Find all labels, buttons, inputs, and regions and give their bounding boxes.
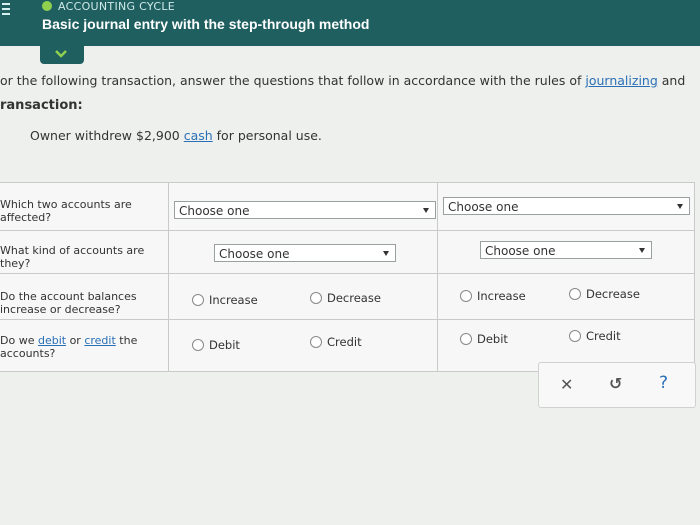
- chevron-down-icon: [55, 50, 67, 58]
- debit-link[interactable]: debit: [38, 334, 66, 347]
- radio-label: Debit: [209, 338, 240, 352]
- radio-circle-icon: [460, 333, 472, 345]
- menu-icon[interactable]: [2, 3, 10, 17]
- radio-circle-icon: [569, 330, 581, 342]
- select-value: Choose one: [448, 200, 519, 214]
- reset-icon[interactable]: ↺: [609, 374, 622, 393]
- question-increase-decrease: Do the account balances increase or decr…: [0, 290, 137, 316]
- status-dot-icon: [42, 1, 52, 11]
- chevron-down-icon: [639, 248, 645, 253]
- question-line: Do the account balances: [0, 290, 137, 303]
- account-1-decrease-radio[interactable]: Decrease: [310, 291, 381, 305]
- account-1-select[interactable]: Choose one: [174, 201, 436, 219]
- radio-label: Decrease: [327, 291, 381, 305]
- breadcrumb-label: ACCOUNTING CYCLE: [58, 0, 176, 13]
- chevron-down-icon: [677, 204, 683, 209]
- question-line: accounts?: [0, 347, 56, 360]
- question-line: affected?: [0, 211, 52, 224]
- question-line: increase or decrease?: [0, 303, 121, 316]
- answer-toolbar: ✕ ↺ ?: [538, 362, 696, 408]
- row-divider: [0, 319, 694, 320]
- credit-link[interactable]: credit: [84, 334, 115, 347]
- radio-circle-icon: [310, 292, 322, 304]
- chevron-down-icon: [423, 208, 429, 213]
- row-divider: [0, 273, 694, 274]
- journalizing-link[interactable]: journalizing: [585, 73, 657, 88]
- collapse-button[interactable]: [40, 46, 84, 64]
- top-header-bar: ACCOUNTING CYCLE Basic journal entry wit…: [0, 0, 700, 46]
- instructions: or the following transaction, answer the…: [0, 73, 685, 88]
- row-divider: [0, 230, 694, 231]
- radio-label: Decrease: [586, 287, 640, 301]
- account-2-decrease-radio[interactable]: Decrease: [569, 287, 640, 301]
- transaction-prefix: Owner withdrew $2,900: [30, 128, 184, 143]
- question-accounts-affected: Which two accounts are affected?: [0, 198, 132, 224]
- transaction-suffix: for personal use.: [212, 128, 322, 143]
- question-line: What kind of accounts are: [0, 244, 145, 257]
- instructions-prefix: or the following transaction, answer the…: [0, 73, 586, 88]
- help-icon[interactable]: ?: [659, 373, 668, 393]
- column-divider: [437, 183, 438, 371]
- close-icon[interactable]: ✕: [560, 375, 573, 394]
- instructions-suffix: and: [657, 73, 686, 88]
- account-2-kind-select[interactable]: Choose one: [480, 241, 652, 259]
- radio-label: Increase: [209, 293, 258, 307]
- question-line: Do we debit or credit the: [0, 334, 137, 347]
- radio-label: Credit: [586, 329, 621, 343]
- radio-label: Debit: [477, 332, 508, 346]
- account-1-debit-radio[interactable]: Debit: [192, 338, 240, 352]
- radio-label: Increase: [477, 289, 526, 303]
- select-value: Choose one: [485, 244, 556, 258]
- select-value: Choose one: [219, 247, 290, 261]
- transaction-text: Owner withdrew $2,900 cash for personal …: [30, 128, 322, 143]
- transaction-heading: ransaction:: [0, 98, 83, 113]
- question-debit-credit: Do we debit or credit the accounts?: [0, 334, 137, 360]
- cash-link[interactable]: cash: [184, 128, 213, 143]
- account-2-debit-radio[interactable]: Debit: [460, 332, 508, 346]
- account-2-increase-radio[interactable]: Increase: [460, 289, 526, 303]
- account-2-credit-radio[interactable]: Credit: [569, 329, 621, 343]
- question-account-kind: What kind of accounts are they?: [0, 244, 144, 270]
- chevron-down-icon: [383, 251, 389, 256]
- radio-circle-icon: [569, 288, 581, 300]
- question-grid: Which two accounts are affected? Choose …: [0, 182, 695, 372]
- radio-circle-icon: [192, 339, 204, 351]
- account-2-select[interactable]: Choose one: [443, 197, 690, 215]
- column-divider: [168, 183, 169, 371]
- breadcrumb: ACCOUNTING CYCLE: [42, 0, 175, 13]
- page-title: Basic journal entry with the step-throug…: [42, 16, 370, 32]
- question-text: Do we: [0, 334, 38, 347]
- account-1-increase-radio[interactable]: Increase: [192, 293, 258, 307]
- radio-label: Credit: [327, 335, 362, 349]
- question-text: the: [115, 334, 138, 347]
- account-1-kind-select[interactable]: Choose one: [214, 244, 396, 262]
- radio-circle-icon: [460, 290, 472, 302]
- question-line: they?: [0, 257, 31, 270]
- question-text: or: [66, 334, 85, 347]
- account-1-credit-radio[interactable]: Credit: [310, 335, 362, 349]
- radio-circle-icon: [192, 294, 204, 306]
- question-line: Which two accounts are: [0, 198, 132, 211]
- select-value: Choose one: [179, 204, 250, 218]
- radio-circle-icon: [310, 336, 322, 348]
